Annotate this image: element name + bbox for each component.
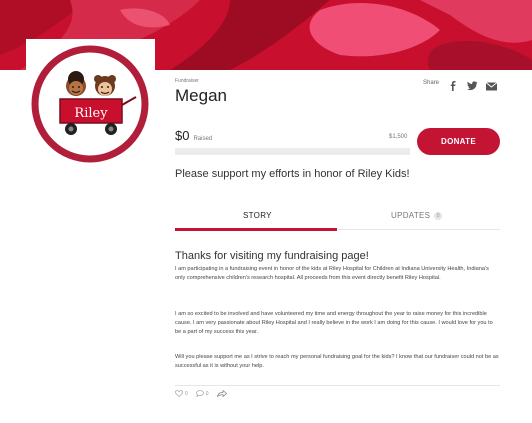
- raised-label: Raised: [193, 136, 213, 142]
- twitter-icon[interactable]: [467, 78, 478, 91]
- story-title: Thanks for visiting my fundraising page!: [175, 250, 369, 262]
- tab-updates[interactable]: UPDATES 0: [391, 211, 443, 220]
- share-bar: Share: [423, 78, 498, 91]
- tab-story[interactable]: STORY: [243, 211, 272, 220]
- email-icon[interactable]: [485, 78, 498, 91]
- heart-icon: [175, 390, 183, 397]
- comment-icon: [195, 390, 204, 397]
- comment-button[interactable]: 0: [195, 390, 209, 397]
- goal-amount: $1,500: [389, 134, 408, 140]
- fundraiser-tagline: Please support my efforts in honor of Ri…: [175, 168, 410, 180]
- story-divider: [175, 385, 500, 386]
- story-paragraph: I am participating in a fundraising even…: [175, 266, 489, 281]
- logo-text: Riley: [74, 106, 108, 121]
- like-button[interactable]: 0: [175, 390, 188, 397]
- raised-summary: $0 Raised: [175, 128, 212, 143]
- progress-bar: [175, 148, 410, 155]
- story-paragraph: Will you please support me as I strive t…: [175, 354, 499, 369]
- share-arrow-icon: [216, 390, 227, 397]
- active-tab-indicator: [175, 228, 337, 231]
- donate-button[interactable]: DONATE: [417, 128, 500, 155]
- fundraiser-avatar: Riley: [26, 39, 155, 168]
- fundraiser-type-label: Fundraiser: [175, 78, 199, 84]
- facebook-icon[interactable]: [448, 78, 458, 91]
- raised-amount: $0: [175, 128, 190, 143]
- updates-count-badge: 0: [434, 211, 443, 220]
- like-count: 0: [185, 390, 188, 397]
- story-paragraph: I am so excited to be involved and have …: [175, 311, 493, 335]
- comment-count: 0: [205, 390, 209, 397]
- share-story-button[interactable]: [216, 390, 227, 397]
- fundraiser-name: Megan: [175, 86, 227, 105]
- tab-updates-label: UPDATES: [391, 211, 431, 220]
- share-label: Share: [423, 80, 440, 86]
- story-actions: 0 0: [175, 390, 227, 397]
